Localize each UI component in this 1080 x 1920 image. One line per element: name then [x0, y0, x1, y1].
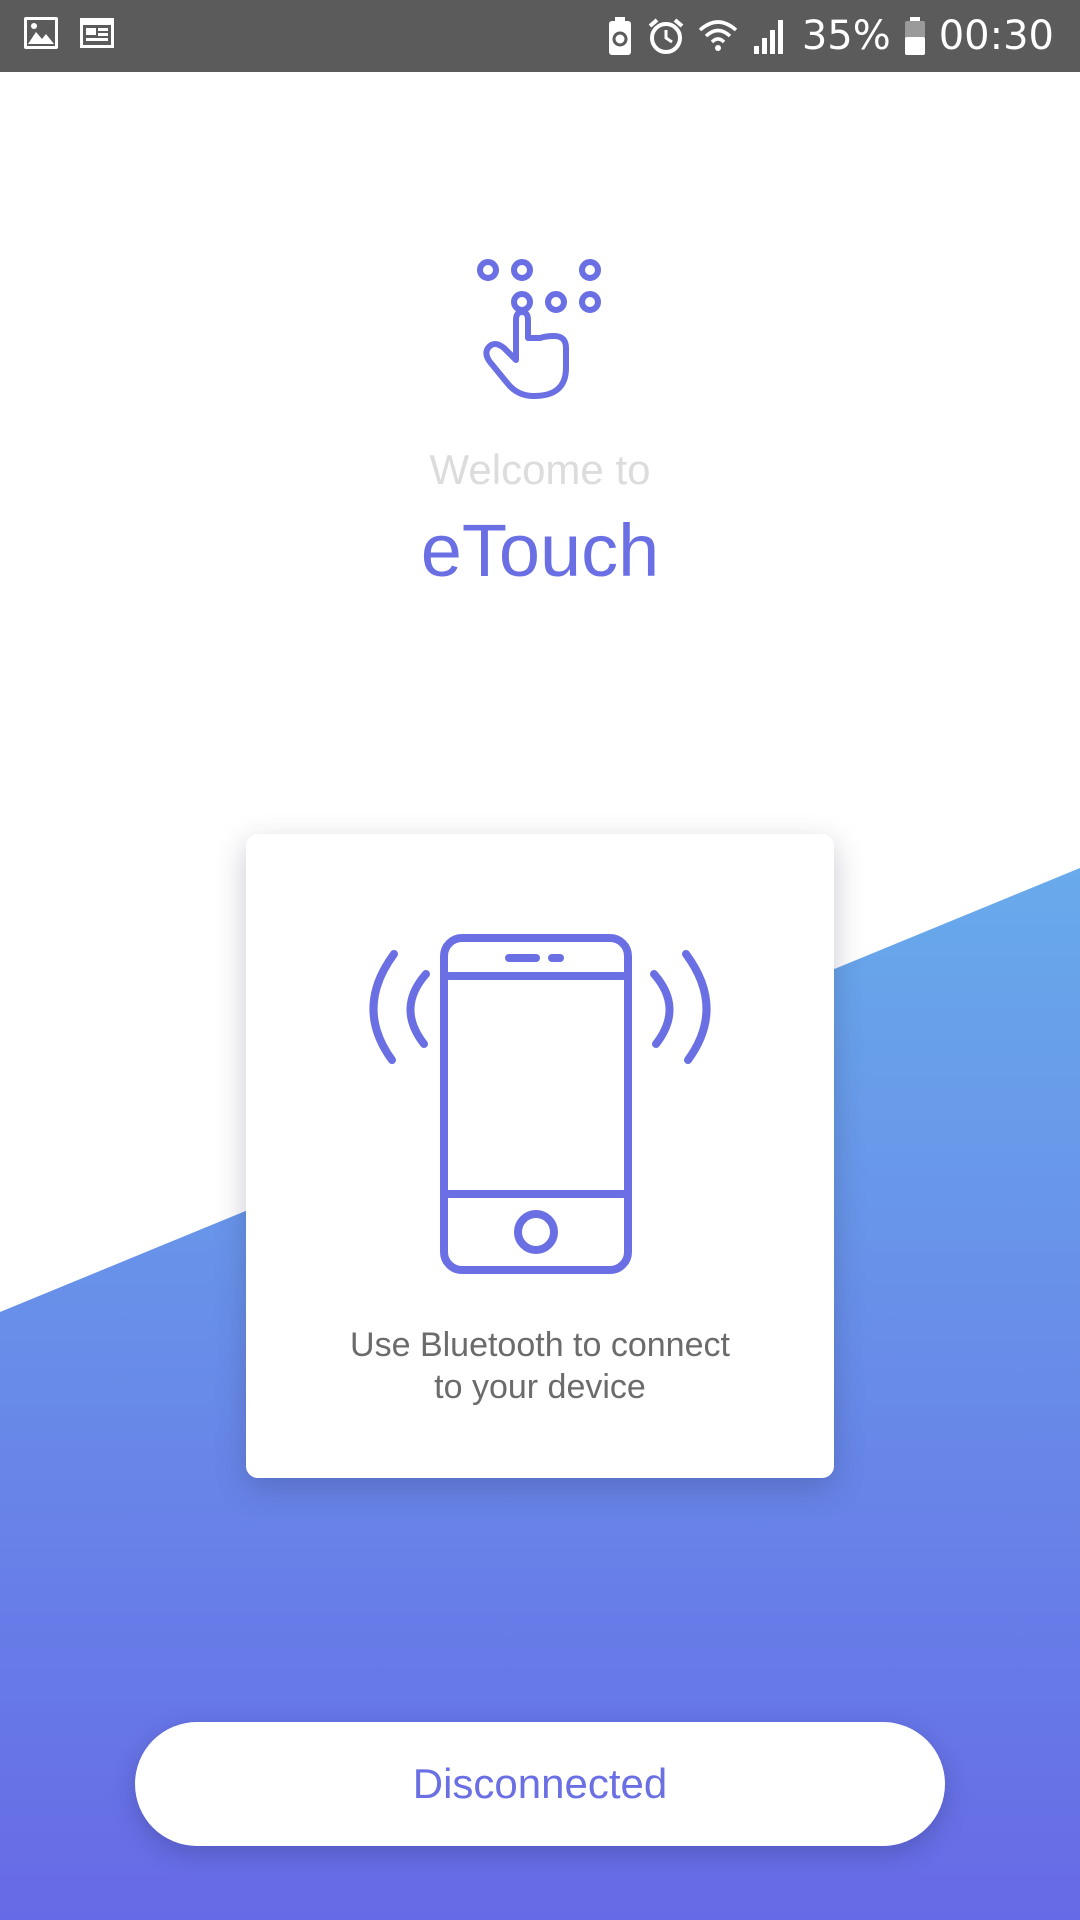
battery-saver-icon [606, 15, 634, 57]
alarm-icon [646, 16, 686, 56]
touch-dots-icon [477, 259, 601, 399]
connection-status-label: Disconnected [412, 1760, 668, 1807]
bluetooth-card: Use Bluetooth to connect to your device [246, 834, 834, 1478]
image-icon [22, 14, 60, 52]
status-left-icons [22, 14, 116, 52]
vibrating-phone-icon [369, 934, 711, 1274]
card-message-line2: to your device [434, 1368, 646, 1406]
signal-icon [750, 16, 790, 56]
calendar-icon [78, 14, 116, 52]
welcome-text: Welcome to [429, 446, 651, 493]
status-right-icons: 35% 00:30 [606, 0, 1054, 72]
app-screen: 35% 00:30 Welcome to eTouch Use Bluetoot… [0, 0, 1080, 1920]
wifi-icon [698, 16, 738, 56]
battery-percent: 35% [801, 13, 891, 59]
card-message-line1: Use Bluetooth to connect [350, 1326, 730, 1364]
battery-icon [903, 15, 927, 57]
app-title: eTouch [420, 509, 660, 592]
connection-status-button[interactable]: Disconnected [135, 1722, 945, 1846]
card-message: Use Bluetooth to connect to your device [276, 1324, 804, 1408]
status-bar: 35% 00:30 [0, 0, 1080, 72]
clock: 00:30 [938, 13, 1054, 59]
